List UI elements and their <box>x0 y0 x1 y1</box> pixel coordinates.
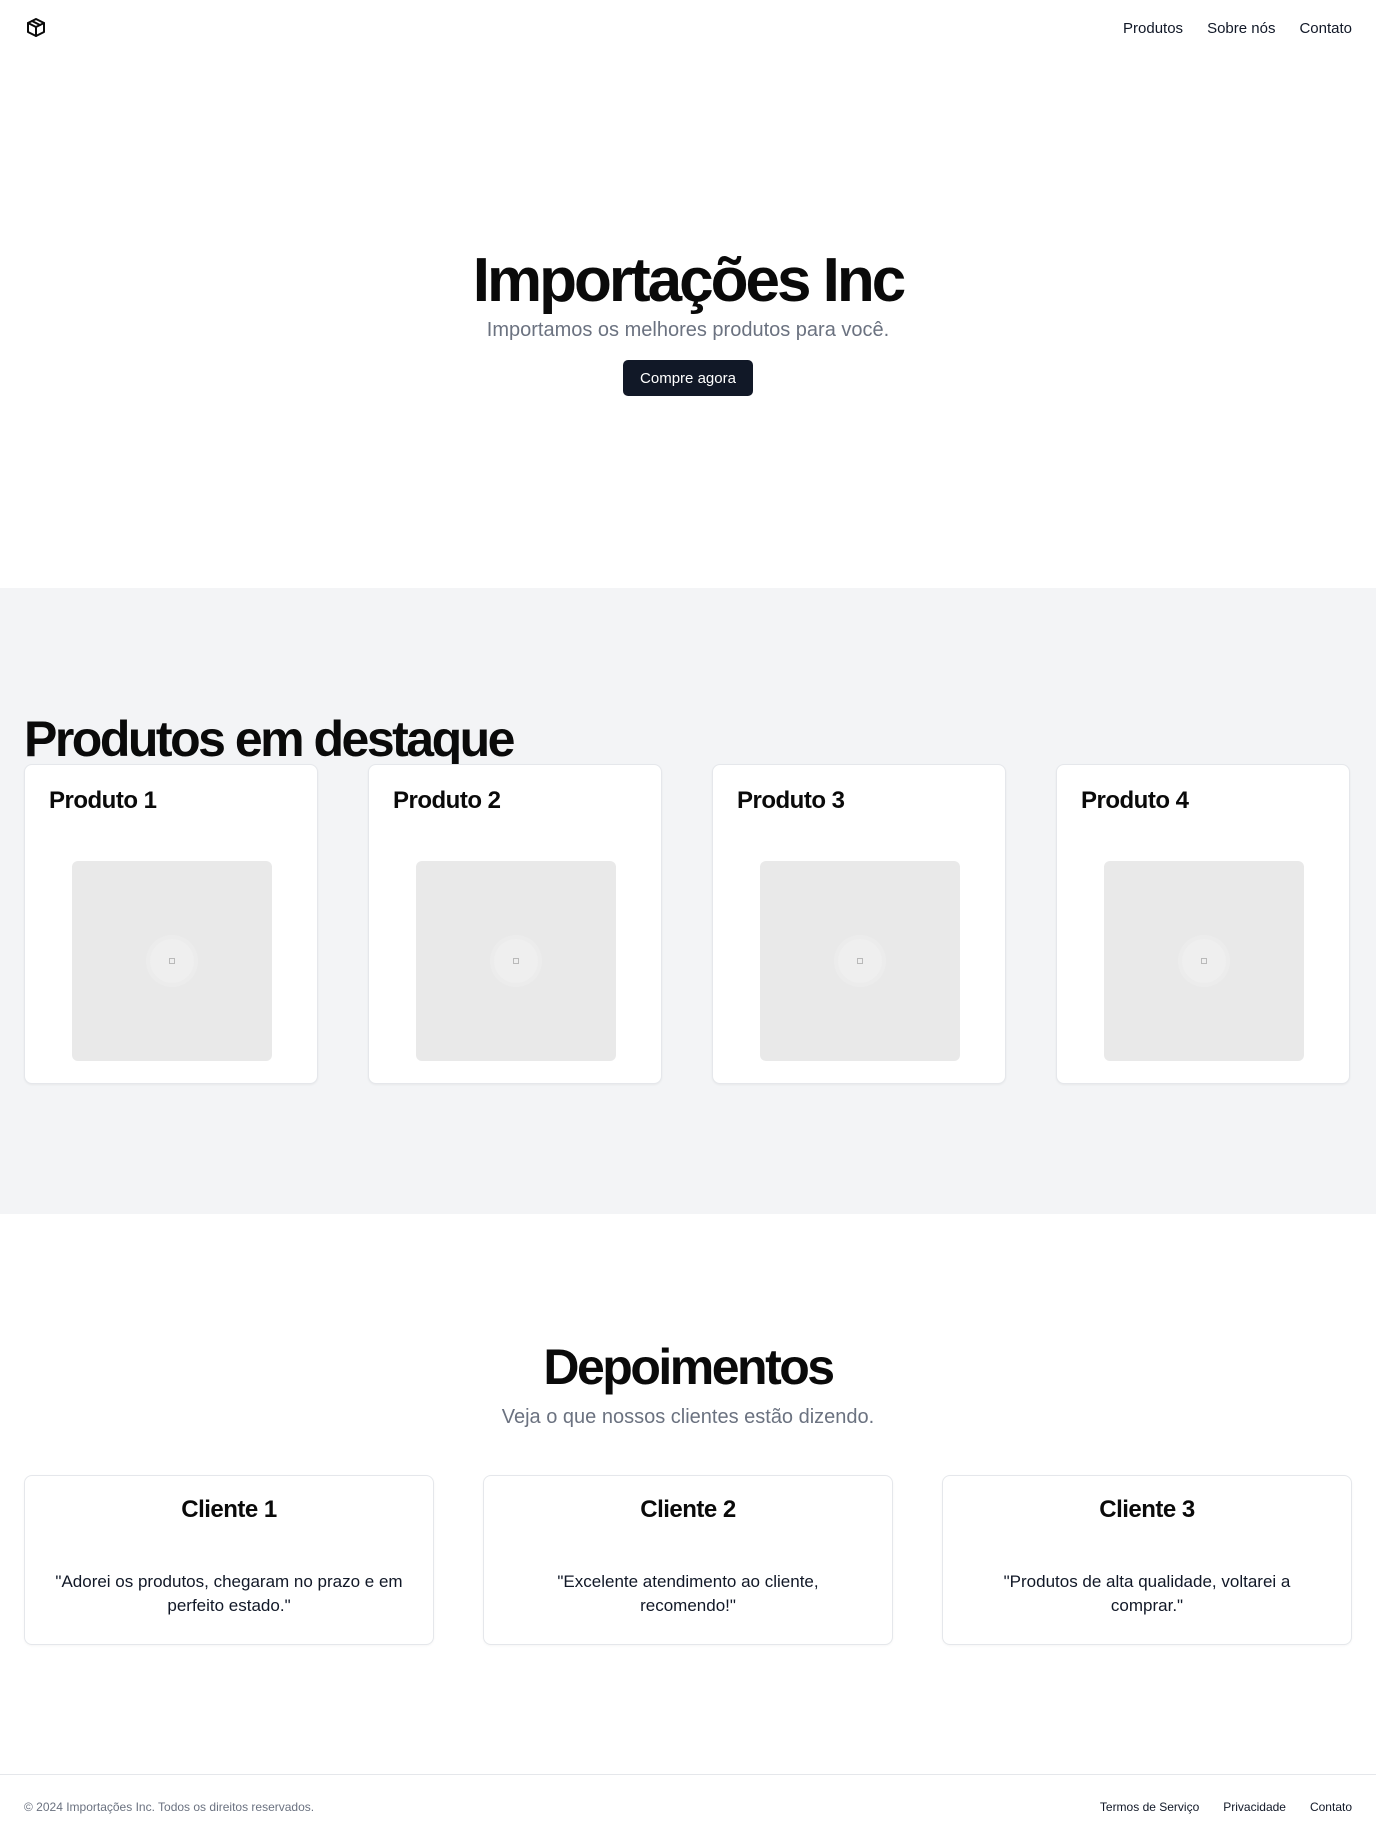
image-placeholder-icon <box>1182 939 1226 983</box>
main-nav: Produtos Sobre nós Contato <box>1123 20 1352 37</box>
testimonials-title: Depoimentos <box>543 1339 835 1395</box>
product-card[interactable]: Produto 3 <box>712 764 1006 1084</box>
image-placeholder-icon <box>150 939 194 983</box>
featured-title: Produtos em destaque <box>24 711 516 767</box>
image-placeholder-icon <box>838 939 882 983</box>
testimonial-card: Cliente 2 "Excelente atendimento ao clie… <box>483 1475 893 1645</box>
featured-products-section: Produtos em destaque Produto 1 Produto 2… <box>0 588 1376 1214</box>
footer-link-termos[interactable]: Termos de Serviço <box>1100 1800 1199 1814</box>
hero-subtitle: Importamos os melhores produtos para voc… <box>486 319 890 342</box>
product-image <box>416 861 616 1061</box>
copyright-text: © 2024 Importações Inc. Todos os direito… <box>24 1799 315 1814</box>
nav-link-produtos[interactable]: Produtos <box>1123 20 1183 37</box>
product-grid: Produto 1 Produto 2 Produto 3 Produto 4 <box>24 764 1352 1084</box>
nav-link-contato[interactable]: Contato <box>1299 20 1352 37</box>
testimonial-card: Cliente 1 "Adorei os produtos, chegaram … <box>24 1475 434 1645</box>
product-image <box>760 861 960 1061</box>
testimonial-quote: "Adorei os produtos, chegaram no prazo e… <box>55 1572 403 1615</box>
product-title: Produto 4 <box>1081 787 1189 814</box>
product-card[interactable]: Produto 1 <box>24 764 318 1084</box>
testimonial-list: Cliente 1 "Adorei os produtos, chegaram … <box>24 1475 1352 1645</box>
testimonial-card: Cliente 3 "Produtos de alta qualidade, v… <box>942 1475 1352 1645</box>
image-placeholder-icon <box>494 939 538 983</box>
hero-section: Importações Inc Importamos os melhores p… <box>0 56 1376 588</box>
package-icon[interactable] <box>24 16 48 40</box>
product-card[interactable]: Produto 2 <box>368 764 662 1084</box>
product-title: Produto 3 <box>737 787 845 814</box>
product-title: Produto 2 <box>393 787 501 814</box>
footer-links: Termos de Serviço Privacidade Contato <box>1100 1800 1352 1814</box>
site-header: Produtos Sobre nós Contato <box>0 0 1376 56</box>
product-card[interactable]: Produto 4 <box>1056 764 1350 1084</box>
nav-link-sobre-nos[interactable]: Sobre nós <box>1207 20 1275 37</box>
testimonials-subtitle: Veja o que nossos clientes estão dizendo… <box>501 1406 875 1428</box>
footer-link-contato[interactable]: Contato <box>1310 1800 1352 1814</box>
testimonial-quote: "Excelente atendimento ao cliente, recom… <box>557 1572 819 1615</box>
footer-link-privacidade[interactable]: Privacidade <box>1223 1800 1286 1814</box>
testimonial-author: Cliente 2 <box>640 1496 736 1523</box>
testimonial-author: Cliente 3 <box>1099 1496 1195 1523</box>
product-title: Produto 1 <box>49 787 157 814</box>
shop-now-button[interactable]: Compre agora <box>623 360 753 397</box>
product-image <box>72 861 272 1061</box>
testimonials-section: Depoimentos Veja o que nossos clientes e… <box>0 1214 1376 1774</box>
testimonial-author: Cliente 1 <box>181 1496 277 1523</box>
product-image <box>1104 861 1304 1061</box>
hero-title: Importações Inc <box>472 245 906 315</box>
testimonial-quote: "Produtos de alta qualidade, voltarei a … <box>1003 1572 1291 1615</box>
site-footer: © 2024 Importações Inc. Todos os direito… <box>0 1774 1376 1838</box>
